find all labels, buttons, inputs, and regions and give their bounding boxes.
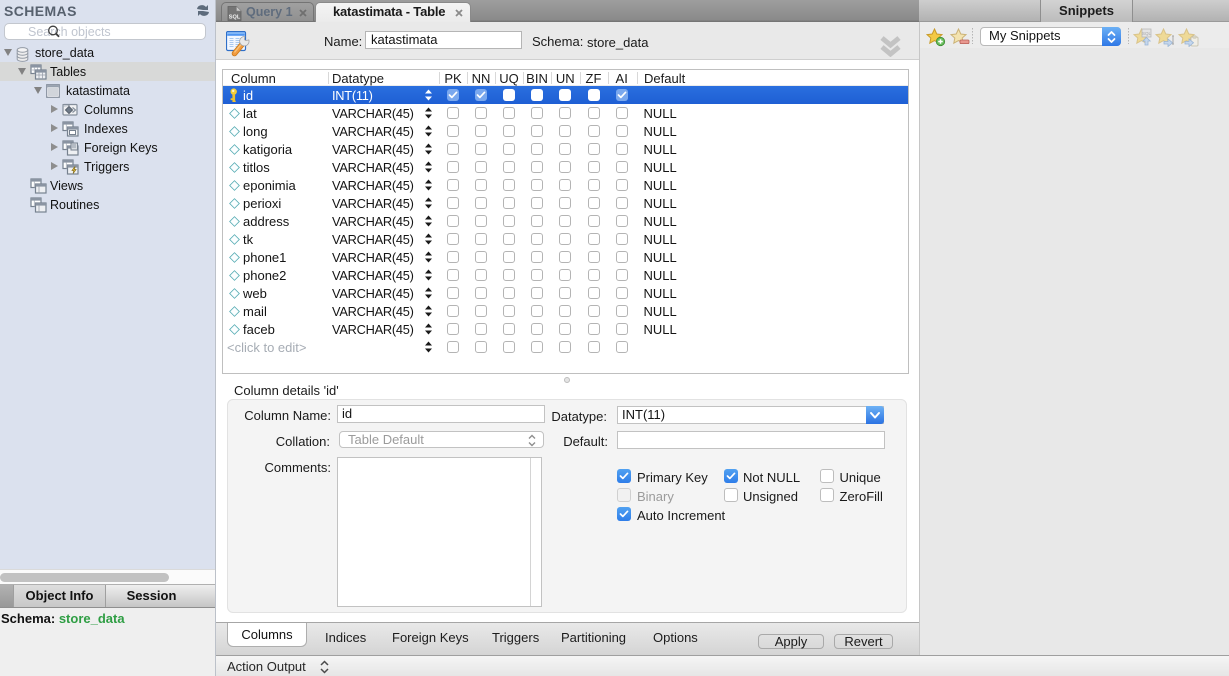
svg-text:SQL: SQL (229, 14, 241, 20)
svg-text:SQL: SQL (1142, 31, 1152, 36)
